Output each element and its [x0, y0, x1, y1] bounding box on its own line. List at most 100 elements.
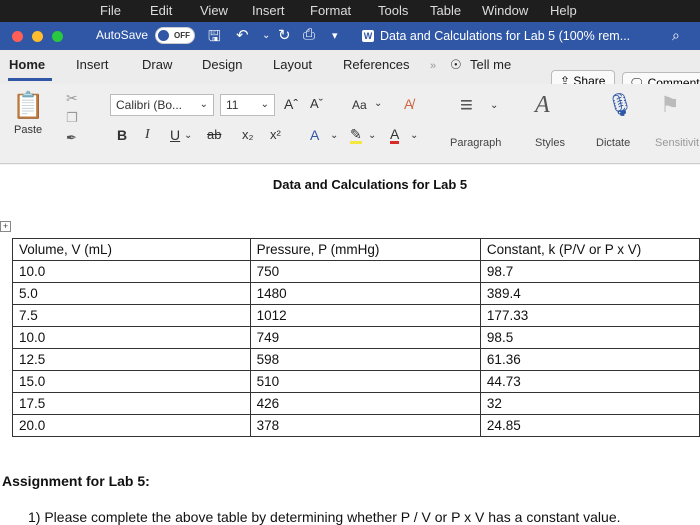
paragraph-icon[interactable]: ≡: [460, 92, 473, 118]
change-case-button[interactable]: Aa: [352, 98, 367, 112]
autosave-state: OFF: [174, 31, 190, 40]
cell-constant[interactable]: 177.33: [479, 304, 700, 327]
data-table[interactable]: Volume, V (mL) Pressure, P (mmHg) Consta…: [12, 238, 700, 437]
cell-constant[interactable]: 98.7: [479, 260, 700, 283]
sensitivity-icon[interactable]: ⚑: [660, 92, 680, 118]
tab-insert[interactable]: Insert: [76, 57, 109, 72]
customize-toolbar-icon[interactable]: ▾: [332, 29, 338, 42]
cut-icon[interactable]: ✂: [66, 90, 78, 107]
chevron-down-icon[interactable]: ⌄: [490, 100, 498, 111]
format-painter-icon[interactable]: ✒: [66, 130, 77, 146]
cell-constant[interactable]: 44.73: [479, 370, 700, 393]
menu-view[interactable]: View: [200, 3, 228, 18]
lightbulb-icon: ☉: [450, 57, 462, 72]
table-move-handle[interactable]: +: [0, 221, 11, 232]
text-effects-button[interactable]: A: [310, 127, 319, 143]
cell-volume[interactable]: 10.0: [12, 260, 251, 283]
menu-table[interactable]: Table: [430, 3, 461, 18]
menu-window[interactable]: Window: [482, 3, 528, 18]
tell-me-box[interactable]: Tell me: [470, 57, 511, 72]
menu-tools[interactable]: Tools: [378, 3, 408, 18]
font-size-select[interactable]: 11 ⌄: [220, 94, 275, 116]
paste-icon[interactable]: 📋: [12, 90, 44, 121]
shrink-font-button[interactable]: Aˇ: [310, 96, 323, 111]
cell-pressure[interactable]: 598: [249, 348, 481, 371]
cell-constant[interactable]: 32: [479, 392, 700, 415]
tab-design[interactable]: Design: [202, 57, 242, 72]
dictate-label[interactable]: Dictate: [596, 137, 630, 149]
header-volume[interactable]: Volume, V (mL): [12, 238, 251, 261]
font-color-button[interactable]: A: [390, 127, 400, 144]
strikethrough-button[interactable]: ab: [207, 127, 221, 142]
close-window-button[interactable]: [12, 31, 23, 42]
paste-label[interactable]: Paste: [14, 124, 42, 136]
tab-home[interactable]: Home: [9, 57, 45, 72]
sensitivity-label[interactable]: Sensitivit: [655, 137, 699, 149]
cell-volume[interactable]: 20.0: [12, 414, 251, 437]
save-icon[interactable]: 🖫: [208, 26, 221, 51]
bold-button[interactable]: B: [117, 127, 127, 143]
cell-pressure[interactable]: 749: [249, 326, 481, 349]
cell-pressure[interactable]: 1012: [249, 304, 481, 327]
styles-label[interactable]: Styles: [535, 137, 565, 149]
cell-volume[interactable]: 12.5: [12, 348, 251, 371]
copy-icon[interactable]: ❐: [66, 110, 78, 126]
header-pressure[interactable]: Pressure, P (mmHg): [249, 238, 481, 261]
table-row: 17.5 426 32: [12, 392, 700, 415]
superscript-button[interactable]: x²: [270, 127, 281, 142]
clear-formatting-icon[interactable]: A̸: [404, 96, 413, 112]
cell-volume[interactable]: 17.5: [12, 392, 251, 415]
menu-format[interactable]: Format: [310, 3, 351, 18]
highlight-icon[interactable]: ✎: [350, 127, 362, 144]
minimize-window-button[interactable]: [32, 31, 43, 42]
microphone-icon[interactable]: 🎙: [606, 92, 634, 118]
paragraph-label[interactable]: Paragraph: [450, 137, 501, 149]
autosave-toggle[interactable]: OFF: [155, 27, 195, 44]
print-icon[interactable]: ⎙: [303, 26, 315, 43]
chevron-down-icon[interactable]: ⌄: [368, 130, 376, 141]
subscript-button[interactable]: x₂: [242, 127, 254, 142]
tab-references[interactable]: References: [343, 57, 409, 72]
table-header-row: Volume, V (mL) Pressure, P (mmHg) Consta…: [12, 238, 700, 261]
cell-volume[interactable]: 15.0: [12, 370, 251, 393]
chevron-down-icon[interactable]: ⌄: [410, 130, 418, 141]
word-document-icon: W: [362, 30, 374, 42]
cell-volume[interactable]: 10.0: [12, 326, 251, 349]
redo-icon[interactable]: ↻: [278, 26, 291, 44]
document-page[interactable]: Data and Calculations for Lab 5 + Volume…: [0, 165, 700, 525]
undo-dropdown-icon[interactable]: ⌄: [262, 30, 270, 41]
search-icon[interactable]: ⌕: [672, 27, 680, 44]
grow-font-button[interactable]: Aˆ: [284, 96, 298, 112]
cell-volume[interactable]: 5.0: [12, 282, 251, 305]
cell-pressure[interactable]: 426: [249, 392, 481, 415]
styles-icon[interactable]: A: [535, 92, 550, 119]
zoom-window-button[interactable]: [52, 31, 63, 42]
menu-help[interactable]: Help: [550, 3, 577, 18]
more-tabs-icon[interactable]: »: [430, 60, 436, 72]
italic-button[interactable]: I: [145, 127, 150, 143]
font-name-select[interactable]: Calibri (Bo... ⌄: [110, 94, 214, 116]
chevron-down-icon[interactable]: ⌄: [330, 130, 338, 141]
undo-icon[interactable]: ↶: [236, 26, 249, 44]
tab-layout[interactable]: Layout: [273, 57, 312, 72]
cell-pressure[interactable]: 1480: [249, 282, 481, 305]
table-row: 10.0 749 98.5: [12, 326, 700, 349]
underline-button[interactable]: U: [170, 127, 180, 143]
cell-constant[interactable]: 61.36: [479, 348, 700, 371]
tab-draw[interactable]: Draw: [142, 57, 172, 72]
cell-pressure[interactable]: 378: [249, 414, 481, 437]
cell-pressure[interactable]: 510: [249, 370, 481, 393]
cell-constant[interactable]: 98.5: [479, 326, 700, 349]
menu-file[interactable]: File: [100, 3, 121, 18]
menu-edit[interactable]: Edit: [150, 3, 172, 18]
cell-volume[interactable]: 7.5: [12, 304, 251, 327]
chevron-down-icon[interactable]: ⌄: [374, 98, 382, 109]
document-heading: Data and Calculations for Lab 5: [272, 177, 468, 192]
header-constant[interactable]: Constant, k (P/V or P x V): [479, 238, 700, 261]
chevron-down-icon: ⌄: [199, 99, 208, 110]
cell-constant[interactable]: 389.4: [479, 282, 700, 305]
chevron-down-icon[interactable]: ⌄: [184, 130, 192, 141]
cell-constant[interactable]: 24.85: [479, 414, 700, 437]
menu-insert[interactable]: Insert: [252, 3, 285, 18]
cell-pressure[interactable]: 750: [249, 260, 481, 283]
